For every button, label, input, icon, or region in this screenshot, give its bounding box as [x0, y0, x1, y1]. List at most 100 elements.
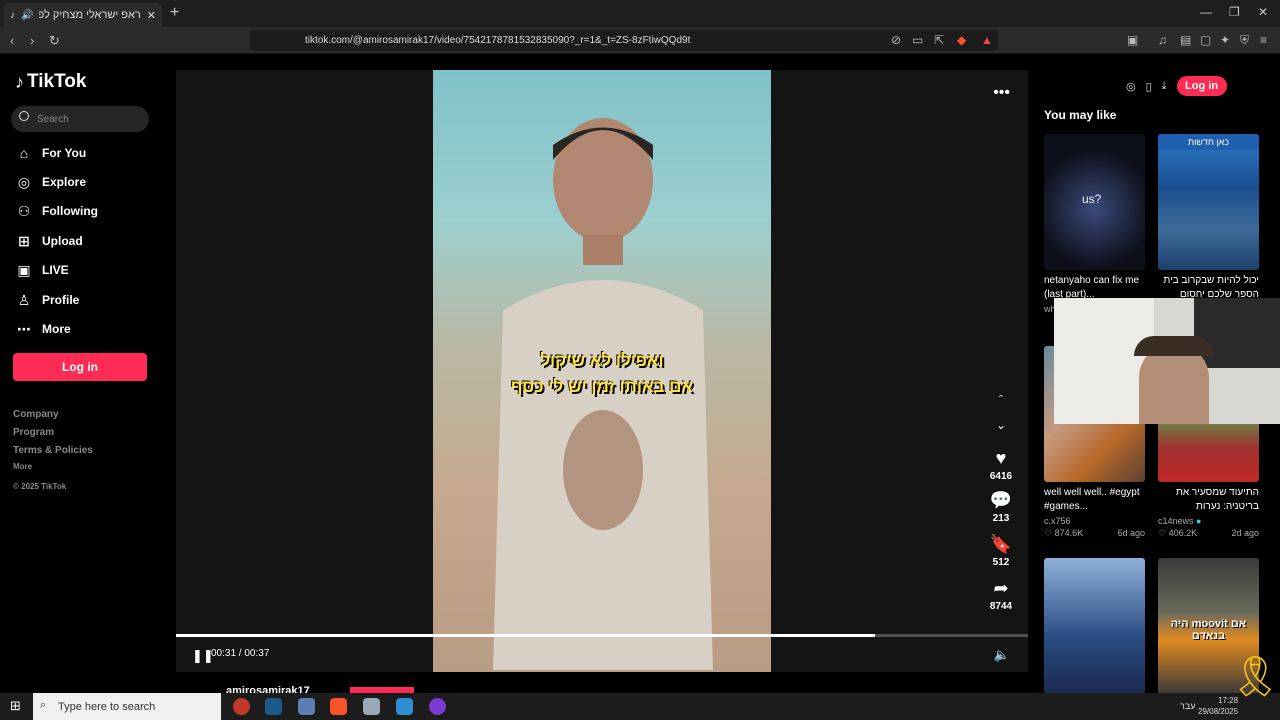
browser-tab-bar: ♪ 🔊 ראפ ישראלי מצחיק לפני השי ✕ + — ❐ ✕: [0, 0, 1280, 27]
video-thumbnail: us?: [1044, 134, 1145, 270]
nav-profile[interactable]: ♙ Profile: [16, 292, 80, 308]
you-may-like-heading: You may like: [1044, 108, 1117, 122]
footer-company-link[interactable]: Company: [13, 409, 59, 420]
rewards-icon[interactable]: ▲: [981, 33, 993, 47]
brave-icon[interactable]: [330, 698, 347, 715]
address-bar[interactable]: tiktok.com/@amirosamirak17/video/7542178…: [250, 30, 998, 51]
compass-icon[interactable]: ◎: [1126, 80, 1136, 93]
clock-date: 29/08/2025: [1198, 707, 1239, 716]
logo-text: TikTok: [27, 71, 87, 92]
app-icon[interactable]: [363, 698, 380, 715]
login-button[interactable]: Log in: [13, 353, 147, 381]
vpn-icon[interactable]: ⛨: [1240, 33, 1249, 48]
close-tab-icon[interactable]: ✕: [147, 9, 156, 22]
sidebar-panel-icon[interactable]: ▣: [1127, 33, 1138, 47]
suggested-video-card[interactable]: us? netanyaho can fix me (last part)... …: [1044, 134, 1145, 314]
like-button[interactable]: ♥ 6416: [986, 448, 1016, 482]
card-age: 6d ago: [1117, 528, 1145, 538]
app-icon[interactable]: [298, 698, 315, 715]
next-video-icon[interactable]: ⌄: [986, 418, 1016, 432]
author-name[interactable]: amirosamirak17: [226, 685, 310, 693]
comment-button[interactable]: 💬 213: [986, 490, 1016, 524]
login-button-top[interactable]: Log in: [1176, 76, 1227, 96]
app-icon[interactable]: [396, 698, 413, 715]
nav-upload[interactable]: ⊞ Upload: [16, 233, 83, 249]
taskbar-search[interactable]: ⌕ Type here to search: [33, 693, 221, 720]
menu-icon[interactable]: ≡: [1260, 33, 1267, 47]
video-caption: ואפילו לא שיקול אם באותו זמן יש לי כסף: [433, 348, 771, 400]
footer-more-link[interactable]: More: [13, 462, 32, 471]
yellow-ribbon-icon: 🎗: [1230, 655, 1280, 699]
url-text: tiktok.com/@amirosamirak17/video/7542178…: [305, 35, 691, 46]
reader-icon[interactable]: ▤: [1180, 33, 1191, 47]
wallet-icon[interactable]: ▢: [1200, 33, 1211, 47]
video-frame[interactable]: ואפילו לא שיקול אם באותו זמן יש לי כסף: [433, 70, 771, 672]
verified-icon: ●: [1196, 516, 1202, 526]
progress-bar[interactable]: [176, 634, 1028, 637]
more-options-icon[interactable]: •••: [993, 84, 1010, 102]
forward-icon[interactable]: ›: [30, 33, 34, 48]
share-icon[interactable]: ⇱: [934, 33, 944, 47]
back-icon[interactable]: ‹: [10, 33, 14, 48]
tiktok-logo[interactable]: ♪ TikTok: [15, 71, 86, 93]
suggested-video-card[interactable]: כאן חדשות יכול להיות שבקרוב בית הספר שלכ…: [1158, 134, 1259, 302]
user-icon: ⚇: [17, 202, 31, 219]
thumbnail-text: כאן חדשות: [1158, 134, 1259, 150]
nav-label: Upload: [42, 234, 83, 248]
media-icon[interactable]: ♫: [1158, 33, 1167, 47]
tiktok-favicon-icon: ♪: [10, 9, 15, 21]
heart-icon: ♥: [995, 448, 1007, 468]
leo-ai-icon[interactable]: ✦: [1220, 33, 1230, 47]
no-cast-icon[interactable]: ⊘: [891, 33, 901, 47]
share-button[interactable]: ➦ 8744: [986, 578, 1016, 612]
dots-icon: ⋯: [17, 320, 31, 337]
search-placeholder: Search: [37, 113, 69, 125]
volume-icon[interactable]: 🔈: [994, 647, 1010, 663]
caption-line-2: אם באותו זמן יש לי כסף: [511, 377, 693, 396]
windows-taskbar: ⊞ ⌕ Type here to search עבר 17:28 29/08/…: [0, 655, 1280, 720]
nav-for-you[interactable]: ⌂ For You: [16, 145, 86, 161]
compass-icon: ◎: [17, 173, 31, 190]
copyright: © 2025 TikTok: [13, 482, 67, 491]
footer-terms-link[interactable]: Terms & Policies: [13, 445, 93, 456]
save-button[interactable]: 🔖 512: [986, 534, 1016, 568]
device-icon[interactable]: ▯: [1146, 80, 1152, 93]
steam-icon[interactable]: [265, 698, 282, 715]
prev-video-icon[interactable]: ⌃: [986, 394, 1016, 405]
app-icon[interactable]: [429, 698, 446, 715]
restore-button[interactable]: ❐: [1229, 5, 1240, 19]
progress-fill: [176, 634, 875, 637]
taskbar-search-placeholder: Type here to search: [58, 700, 156, 713]
pip-icon[interactable]: ▭: [912, 33, 923, 47]
tiktok-page: ♪ TikTok Search ⌂ For You ◎ Explore ⚇ Fo…: [0, 54, 1280, 693]
browser-tab[interactable]: ♪ 🔊 ראפ ישראלי מצחיק לפני השי ✕: [4, 3, 162, 27]
card-meta: ♡ 874.6K 6d ago: [1044, 528, 1145, 539]
close-window-button[interactable]: ✕: [1258, 5, 1268, 19]
video-player[interactable]: ואפילו לא שיקול אם באותו זמן יש לי כסף •…: [176, 70, 1028, 672]
card-age: 2d ago: [1231, 528, 1259, 538]
tab-title: ראפ ישראלי מצחיק לפני השי: [39, 9, 141, 21]
nav-explore[interactable]: ◎ Explore: [16, 174, 86, 190]
search-input[interactable]: Search: [11, 106, 149, 132]
app-icon[interactable]: [233, 698, 250, 715]
language-indicator[interactable]: עבר: [1180, 701, 1195, 711]
nav-label: Explore: [42, 175, 87, 189]
suggested-video-card[interactable]: [1044, 558, 1145, 693]
new-tab-button[interactable]: +: [170, 4, 179, 22]
brave-shield-icon[interactable]: ◆: [957, 33, 966, 47]
minimize-button[interactable]: —: [1200, 5, 1212, 19]
nav-live[interactable]: ▣ LIVE: [16, 262, 68, 278]
windows-start-icon[interactable]: ⊞: [10, 698, 21, 714]
footer-program-link[interactable]: Program: [13, 427, 54, 438]
card-likes: 406.2K: [1168, 528, 1198, 538]
nav-more[interactable]: ⋯ More: [16, 321, 71, 337]
nav-following[interactable]: ⚇ Following: [16, 203, 98, 219]
audio-icon[interactable]: 🔊: [21, 10, 33, 21]
card-meta: ♡ 406.2K 2d ago: [1158, 528, 1259, 539]
reload-icon[interactable]: ↻: [49, 33, 60, 49]
nav-label: More: [42, 322, 71, 336]
download-icon[interactable]: ⤓: [1162, 80, 1167, 93]
tiktok-note-icon: ♪: [15, 71, 24, 92]
time-display: 00:31 / 00:37: [211, 648, 270, 659]
browser-toolbar: ‹ › ↻ ⌑ tiktok.com/@amirosamirak17/video…: [0, 27, 1280, 54]
